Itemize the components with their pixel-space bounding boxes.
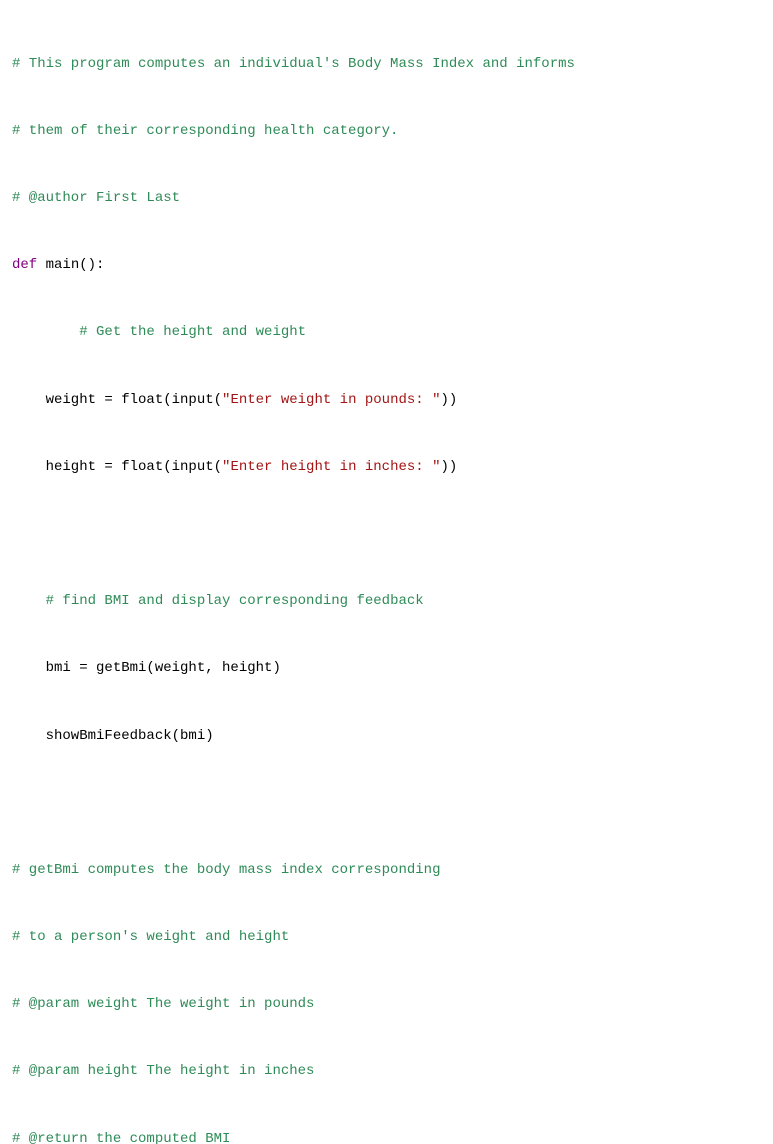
- code-line-5: # Get the height and weight: [12, 321, 761, 343]
- code-line-16: # @param height The height in inches: [12, 1060, 761, 1082]
- code-line-12: [12, 792, 761, 814]
- code-line-7: height = float(input("Enter height in in…: [12, 456, 761, 478]
- code-line-3: # @author First Last: [12, 187, 761, 209]
- code-normal: showBmiFeedback(bmi): [12, 728, 214, 744]
- indent: [12, 593, 46, 609]
- comment-text: # @param weight The weight in pounds: [12, 996, 314, 1012]
- comment-text: # getBmi computes the body mass index co…: [12, 862, 440, 878]
- code-line-17: # @return the computed BMI: [12, 1128, 761, 1144]
- code-line-6: weight = float(input("Enter weight in po…: [12, 389, 761, 411]
- indent: [12, 324, 79, 340]
- string-literal: "Enter height in inches: ": [222, 459, 440, 475]
- code-line-9: # find BMI and display corresponding fee…: [12, 590, 761, 612]
- code-line-13: # getBmi computes the body mass index co…: [12, 859, 761, 881]
- comment-text: # to a person's weight and height: [12, 929, 289, 945]
- code-line-2: # them of their corresponding health cat…: [12, 120, 761, 142]
- code-line-15: # @param weight The weight in pounds: [12, 993, 761, 1015]
- code-normal: height = float(input(: [12, 459, 222, 475]
- comment-text: # Get the height and weight: [79, 324, 306, 340]
- code-normal: weight = float(input(: [12, 392, 222, 408]
- comment-text: # @author First Last: [12, 190, 180, 206]
- code-line-1: # This program computes an individual's …: [12, 53, 761, 75]
- comment-text: # This program computes an individual's …: [12, 56, 575, 72]
- code-normal: )): [440, 459, 457, 475]
- code-editor: # This program computes an individual's …: [12, 8, 761, 1144]
- code-line-10: bmi = getBmi(weight, height): [12, 657, 761, 679]
- keyword-def: def: [12, 257, 37, 273]
- string-literal: "Enter weight in pounds: ": [222, 392, 440, 408]
- comment-text: # find BMI and display corresponding fee…: [46, 593, 424, 609]
- code-normal: )): [440, 392, 457, 408]
- comment-text: # them of their corresponding health cat…: [12, 123, 398, 139]
- comment-text: # @param height The height in inches: [12, 1063, 314, 1079]
- function-name: main():: [37, 257, 104, 273]
- comment-text: # @return the computed BMI: [12, 1131, 230, 1144]
- code-line-8: [12, 523, 761, 545]
- code-line-11: showBmiFeedback(bmi): [12, 725, 761, 747]
- code-normal: bmi = getBmi(weight, height): [12, 660, 281, 676]
- code-line-4: def main():: [12, 254, 761, 276]
- code-line-14: # to a person's weight and height: [12, 926, 761, 948]
